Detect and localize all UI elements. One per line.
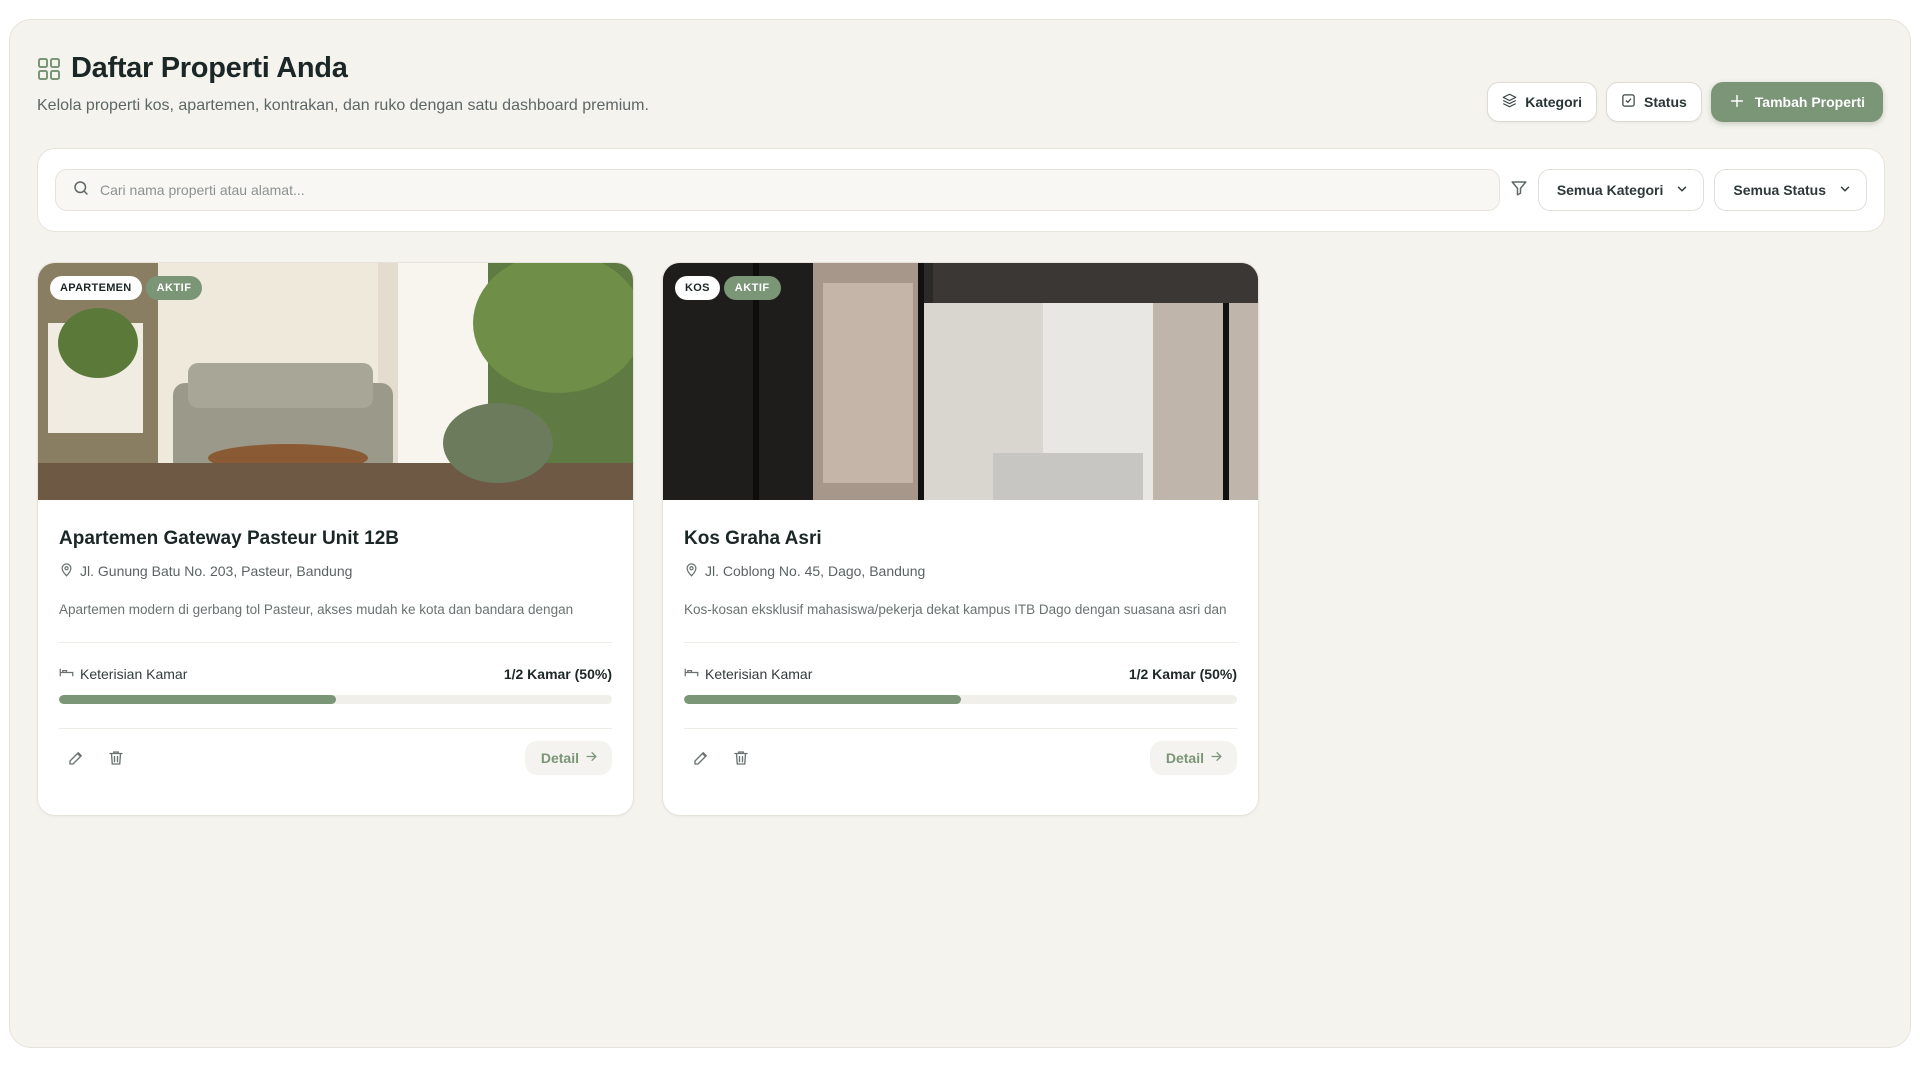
search-box — [55, 169, 1500, 211]
occupancy-progress — [59, 695, 612, 704]
trash-icon[interactable] — [730, 747, 752, 769]
grid-icon — [37, 57, 61, 81]
status-select-value: Semua Status — [1733, 182, 1826, 198]
badge-group: APARTEMEN AKTIF — [50, 276, 203, 300]
plus-icon — [1729, 93, 1745, 112]
property-description: Apartemen modern di gerbang tol Pasteur,… — [59, 602, 574, 617]
property-card: APARTEMEN AKTIF Apartemen Gateway Pasteu… — [37, 262, 634, 816]
card-footer: Detail — [59, 741, 612, 775]
arrow-right-icon — [585, 750, 598, 766]
filter-icon — [1510, 179, 1528, 202]
property-address: Jl. Gunung Batu No. 203, Pasteur, Bandun… — [80, 563, 353, 579]
bed-icon — [684, 665, 699, 683]
title-row: Daftar Properti Anda — [37, 52, 1883, 85]
add-property-label: Tambah Properti — [1754, 94, 1865, 110]
occupancy-value: 1/2 Kamar (50%) — [1128, 666, 1237, 682]
chevron-down-icon — [1838, 182, 1852, 199]
detail-button[interactable]: Detail — [1149, 741, 1237, 775]
add-property-button[interactable]: Tambah Properti — [1710, 82, 1883, 122]
divider — [684, 642, 1237, 643]
header-actions: Kategori Status Tambah Properti — [1487, 82, 1883, 122]
occupancy-value: 1/2 Kamar (50%) — [503, 666, 612, 682]
category-badge: APARTEMEN — [50, 276, 142, 300]
category-select[interactable]: Semua Kategori — [1537, 169, 1705, 211]
arrow-right-icon — [1210, 750, 1223, 766]
card-body: Apartemen Gateway Pasteur Unit 12B Jl. G… — [38, 500, 633, 775]
divider — [59, 642, 612, 643]
status-button[interactable]: Status — [1606, 82, 1702, 122]
layers-icon — [1502, 93, 1517, 111]
check-square-icon — [1621, 93, 1636, 111]
occupancy-progress-fill — [59, 695, 336, 704]
bed-icon — [59, 665, 74, 683]
detail-button[interactable]: Detail — [524, 741, 612, 775]
property-name: Kos Graha Asri — [684, 528, 822, 549]
occupancy-row: Keterisian Kamar 1/2 Kamar (50%) — [59, 665, 612, 683]
occupancy-label: Keterisian Kamar — [705, 666, 813, 682]
detail-button-label: Detail — [1165, 750, 1204, 766]
badge-group: KOS AKTIF — [675, 276, 781, 300]
property-photo: APARTEMEN AKTIF — [38, 263, 633, 500]
status-button-label: Status — [1644, 94, 1687, 110]
divider — [59, 728, 612, 729]
category-badge: KOS — [675, 276, 720, 300]
kategori-button-label: Kategori — [1525, 94, 1582, 110]
occupancy-label-group: Keterisian Kamar — [684, 665, 812, 683]
card-actions — [684, 747, 752, 769]
trash-icon[interactable] — [105, 747, 127, 769]
property-address-row: Jl. Gunung Batu No. 203, Pasteur, Bandun… — [59, 562, 612, 580]
divider — [684, 728, 1237, 729]
filter-bar: Semua Kategori Semua Status — [37, 148, 1885, 232]
card-footer: Detail — [684, 741, 1237, 775]
search-icon — [72, 179, 90, 202]
occupancy-progress-fill — [684, 695, 961, 704]
search-input[interactable] — [100, 182, 1483, 198]
card-body: Kos Graha Asri Jl. Coblong No. 45, Dago,… — [663, 500, 1258, 775]
property-description: Kos-kosan eksklusif mahasiswa/pekerja de… — [684, 602, 1227, 617]
kategori-button[interactable]: Kategori — [1487, 82, 1597, 122]
property-address: Jl. Coblong No. 45, Dago, Bandung — [705, 563, 926, 579]
occupancy-label: Keterisian Kamar — [80, 666, 188, 682]
occupancy-progress — [684, 695, 1237, 704]
dashboard-panel: Daftar Properti Anda Kelola properti kos… — [9, 19, 1911, 1048]
map-pin-icon — [684, 562, 699, 580]
edit-icon[interactable] — [690, 747, 712, 769]
occupancy-label-group: Keterisian Kamar — [59, 665, 187, 683]
status-select[interactable]: Semua Status — [1714, 169, 1867, 211]
property-photo: KOS AKTIF — [663, 263, 1258, 500]
card-actions — [59, 747, 127, 769]
property-name: Apartemen Gateway Pasteur Unit 12B — [59, 528, 400, 549]
occupancy-row: Keterisian Kamar 1/2 Kamar (50%) — [684, 665, 1237, 683]
map-pin-icon — [59, 562, 74, 580]
status-badge: AKTIF — [723, 276, 781, 300]
category-select-value: Semua Kategori — [1556, 182, 1664, 198]
detail-button-label: Detail — [540, 750, 579, 766]
property-card: KOS AKTIF Kos Graha Asri Jl. Coblong No.… — [662, 262, 1259, 816]
page-header: Daftar Properti Anda Kelola properti kos… — [37, 52, 1883, 142]
status-badge: AKTIF — [145, 276, 203, 300]
property-address-row: Jl. Coblong No. 45, Dago, Bandung — [684, 562, 1237, 580]
page-title: Daftar Properti Anda — [71, 52, 348, 84]
chevron-down-icon — [1675, 182, 1689, 199]
edit-icon[interactable] — [65, 747, 87, 769]
